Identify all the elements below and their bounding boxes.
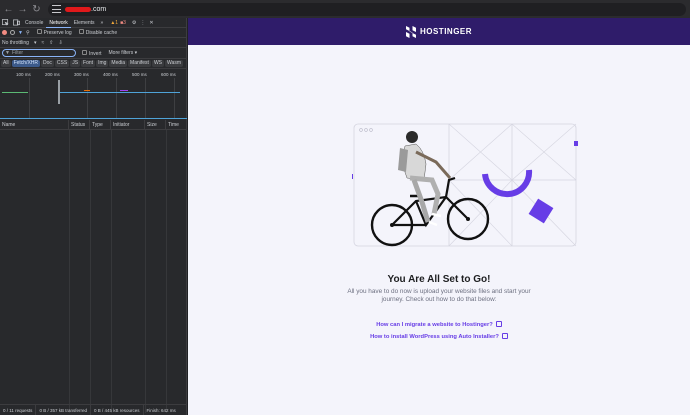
timeline-tick: 600 ms xyxy=(161,72,176,77)
close-icon[interactable]: ✕ xyxy=(149,20,153,26)
filter-js[interactable]: JS xyxy=(70,60,81,67)
tab-network[interactable]: Network xyxy=(46,18,71,28)
record-icon[interactable] xyxy=(2,30,7,35)
filter-ws[interactable]: WS xyxy=(151,60,164,67)
devtools-tabbar: Console Network Elements » ▲ 1 ■ 3 ⚙ ⋮ ✕ xyxy=(0,18,186,28)
tab-elements[interactable]: Elements xyxy=(71,18,98,28)
timeline-tick: 200 ms xyxy=(45,72,60,77)
request-table-body xyxy=(0,130,187,413)
timeline-bar xyxy=(120,90,128,91)
address-bar[interactable]: .com xyxy=(48,2,686,16)
timeline-tick: 500 ms xyxy=(132,72,147,77)
site-settings-icon[interactable] xyxy=(52,5,61,13)
devtools-panel: Console Network Elements » ▲ 1 ■ 3 ⚙ ⋮ ✕… xyxy=(0,18,187,415)
timeline-gridline xyxy=(116,78,117,119)
timeline-bar xyxy=(60,92,180,93)
back-icon[interactable]: ← xyxy=(3,4,14,15)
site-header: HOSTINGER xyxy=(188,18,690,45)
webpage: HOSTINGER You Are All Set to Go! All you… xyxy=(188,18,690,415)
column-divider xyxy=(111,130,112,413)
type-filter-bar: All Fetch/XHR Doc CSS JS Font Img Media … xyxy=(0,59,186,69)
page-title: You Are All Set to Go! xyxy=(387,274,491,285)
browser-toolbar: ← → ↻ .com xyxy=(0,0,690,18)
timeline-gridline xyxy=(29,78,30,119)
install-wordpress-link[interactable]: How to install WordPress using Auto Inst… xyxy=(188,333,690,340)
filter-img[interactable]: Img xyxy=(96,60,109,67)
timeline-bar xyxy=(84,90,90,91)
filter-manifest[interactable]: Manifest xyxy=(128,60,151,67)
device-toolbar-icon[interactable] xyxy=(13,19,20,26)
network-status-bar: 0 / 11 requests 0 B / 357 kB transferred… xyxy=(0,404,187,415)
column-divider xyxy=(90,130,91,413)
request-count: 0 / 11 requests xyxy=(0,404,37,415)
wifi-icon[interactable]: ≈ xyxy=(41,40,44,46)
throttling-select[interactable]: No throttling xyxy=(2,40,29,46)
brand-name[interactable]: HOSTINGER xyxy=(420,27,472,36)
hostinger-logo-icon[interactable] xyxy=(405,25,416,38)
more-tabs-icon[interactable]: » xyxy=(98,18,107,28)
warning-count: 1 xyxy=(115,19,119,26)
inspect-element-icon[interactable] xyxy=(2,19,9,26)
filter-fetch-xhr[interactable]: Fetch/XHR xyxy=(11,60,41,67)
clear-icon[interactable] xyxy=(10,30,15,35)
filter-row: ▼ Filter Invert More filters ▾ xyxy=(0,48,186,59)
disable-cache-checkbox[interactable]: Disable cache xyxy=(78,29,117,36)
request-table-header: Name Status Type Initiator Size Time xyxy=(0,119,187,130)
filter-wasm[interactable]: Wasm xyxy=(165,60,183,67)
column-type[interactable]: Type xyxy=(90,119,111,130)
chevron-down-icon[interactable]: ▾ xyxy=(34,40,37,46)
error-count: 3 xyxy=(123,19,126,26)
search-icon[interactable]: ⚲ xyxy=(26,30,30,36)
migrate-website-link[interactable]: How can I migrate a website to Hostinger… xyxy=(188,321,690,328)
settings-icon[interactable]: ⚙ xyxy=(132,20,136,26)
column-divider xyxy=(166,130,167,413)
install-wordpress-link-text[interactable]: How to install WordPress using Auto Inst… xyxy=(370,334,499,340)
kebab-menu-icon[interactable]: ⋮ xyxy=(140,20,145,26)
external-link-icon xyxy=(495,321,502,327)
timeline-bar xyxy=(2,92,28,93)
network-toolbar: ▼ ⚲ Preserve log Disable cache xyxy=(0,28,186,38)
network-overview-timeline[interactable]: 100 ms 200 ms 300 ms 400 ms 500 ms 600 m… xyxy=(0,71,187,119)
column-time[interactable]: Time xyxy=(166,120,187,130)
filter-css[interactable]: CSS xyxy=(54,60,70,67)
preserve-log-checkbox[interactable]: Preserve log xyxy=(36,29,72,36)
filter-font[interactable]: Font xyxy=(81,60,96,67)
export-icon[interactable]: ⇩ xyxy=(58,40,62,46)
timeline-tick: 100 ms xyxy=(16,72,31,77)
page-subtitle: All you have to do now is upload your we… xyxy=(347,288,531,303)
filter-icon: ▼ xyxy=(5,50,10,56)
resource-size: 0 B / 445 kB resources xyxy=(91,404,144,415)
timeline-gridline xyxy=(87,78,88,119)
transferred-size: 0 B / 357 kB transferred xyxy=(36,404,91,415)
url-suffix: .com xyxy=(91,5,107,13)
column-name[interactable]: Name xyxy=(0,119,69,130)
column-divider xyxy=(69,130,70,413)
timeline-tick: 300 ms xyxy=(74,72,89,77)
migrate-website-link-text[interactable]: How can I migrate a website to Hostinger… xyxy=(376,322,493,328)
filter-doc[interactable]: Doc xyxy=(41,60,54,67)
redacted-domain xyxy=(65,6,91,12)
import-icon[interactable]: ⇧ xyxy=(49,40,53,46)
finish-time: Finish: 642 ms xyxy=(146,407,176,413)
filter-funnel-icon[interactable]: ▼ xyxy=(18,30,23,36)
throttle-row: No throttling ▾ ≈ ⇧ ⇩ xyxy=(0,38,186,48)
more-filters-dropdown[interactable]: More filters ▾ xyxy=(109,50,138,56)
column-initiator[interactable]: Initiator xyxy=(111,119,145,130)
column-status[interactable]: Status xyxy=(69,119,90,130)
timeline-tick: 400 ms xyxy=(103,72,118,77)
filter-input[interactable]: ▼ Filter xyxy=(2,49,76,57)
external-link-icon xyxy=(501,333,508,339)
filter-media[interactable]: Media xyxy=(109,60,128,67)
tab-console[interactable]: Console xyxy=(22,18,46,28)
column-size[interactable]: Size xyxy=(145,119,166,130)
filter-all[interactable]: All xyxy=(1,60,11,67)
column-divider xyxy=(145,130,146,413)
timeline-gridline xyxy=(174,78,175,119)
cyclist-illustration xyxy=(352,123,578,247)
timeline-gridline xyxy=(145,78,146,119)
reload-icon[interactable]: ↻ xyxy=(31,4,42,15)
invert-checkbox[interactable]: Invert xyxy=(82,49,102,57)
forward-icon[interactable]: → xyxy=(17,4,28,15)
